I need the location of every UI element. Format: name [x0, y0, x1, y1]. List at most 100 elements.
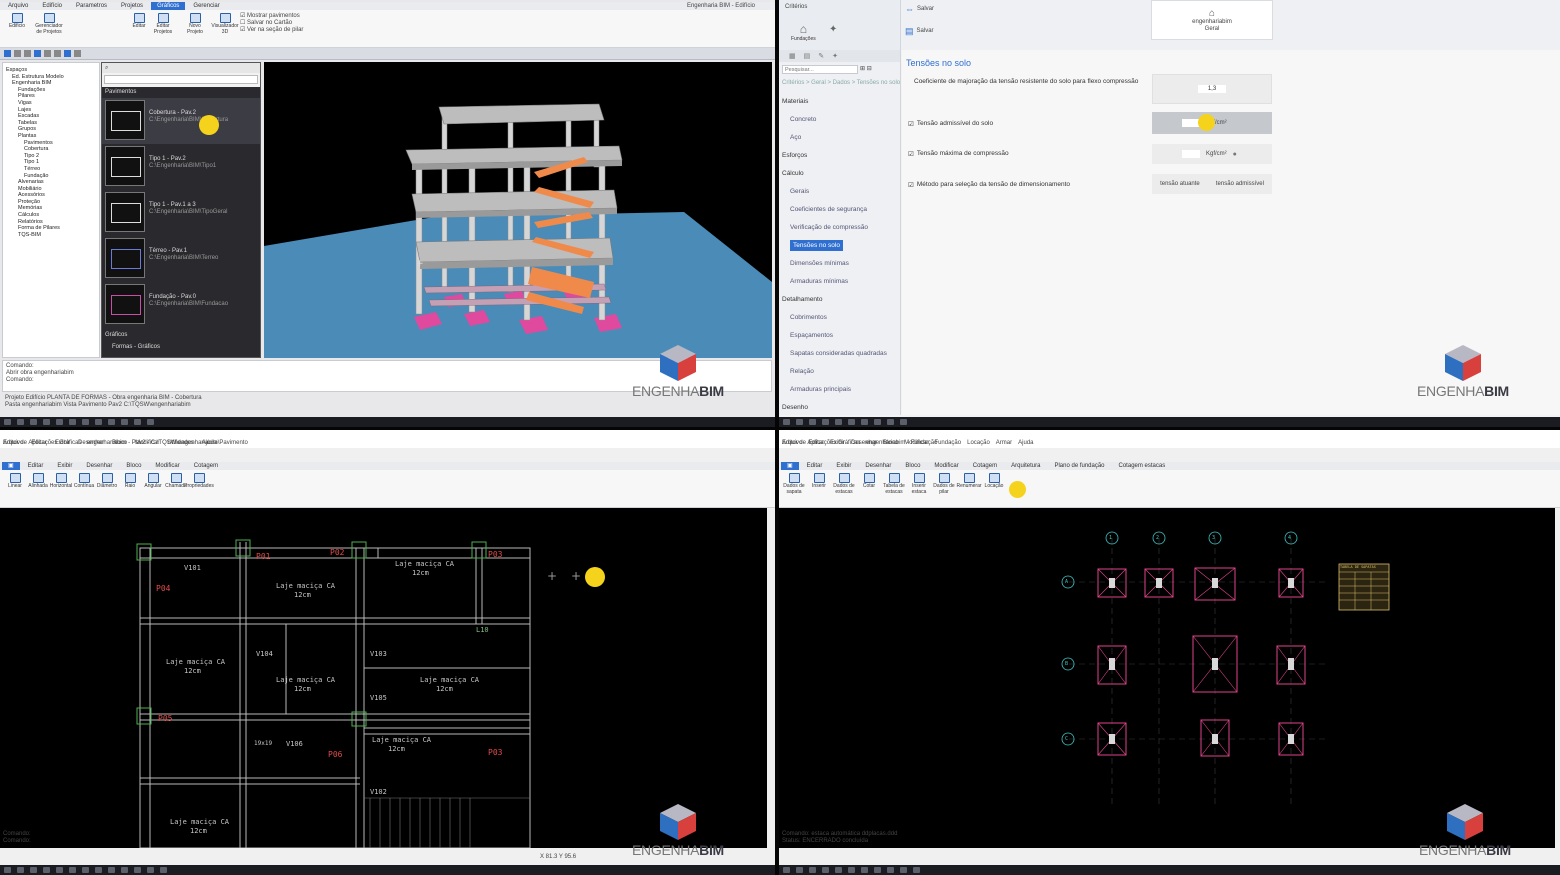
menu-item[interactable]: Locação	[967, 440, 990, 448]
ribbon-button[interactable]: Diâmetro	[96, 473, 118, 489]
tab-edificio[interactable]: Edifício	[36, 2, 68, 10]
tree-item[interactable]: Tipo 2	[6, 153, 96, 160]
thumb-item[interactable]: Térreo - Pav.1 C:\Engenharia\BIM\Terreo	[102, 236, 260, 282]
ribbon-tab[interactable]: Desenhar	[859, 462, 897, 470]
tree-item[interactable]: Tabelas	[6, 120, 96, 127]
ribbon-tab[interactable]: Cotagem estacas	[1113, 462, 1172, 470]
ribbon-button[interactable]: Raio	[119, 473, 141, 489]
graficos-item[interactable]: Formas - Gráficos	[112, 344, 160, 351]
tree-item[interactable]: Pavimentos	[6, 140, 96, 147]
toolbar-icon[interactable]	[34, 50, 41, 57]
thumb-item[interactable]: Fundação - Pav.0 C:\Engenharia\BIM\Fundac…	[102, 282, 260, 328]
toolbar-icon[interactable]	[24, 50, 31, 57]
menu-item[interactable]: Editar	[31, 440, 47, 448]
check-mostrar[interactable]: ☑ Mostrar pavimentos	[240, 13, 303, 20]
tab-gerenciar[interactable]: Gerenciar	[187, 2, 225, 10]
tree-item[interactable]: Cobertura	[6, 146, 96, 153]
tree-item[interactable]: Grupos	[6, 126, 96, 133]
ribbon-tab[interactable]: Editar	[801, 462, 829, 470]
nav-item[interactable]: Esforços	[782, 152, 807, 159]
ribbon-button[interactable]: Alinhada	[27, 473, 49, 489]
panel-search[interactable]: ⌕	[102, 63, 260, 73]
ribbon-button[interactable]: Cotar	[858, 473, 880, 489]
nav-item[interactable]: Dimensões mínimas	[790, 260, 849, 267]
check-secao[interactable]: ☑ Ver na seção de pilar	[240, 27, 303, 34]
ribbon-button[interactable]: Dados de sapata	[783, 473, 805, 495]
menu-item[interactable]: Fundação	[934, 440, 961, 448]
tree-item[interactable]: Pilares	[6, 93, 96, 100]
ribbon-button[interactable]: Angular	[142, 473, 164, 489]
toolbar-icon[interactable]	[64, 50, 71, 57]
nav-item[interactable]: Materiais	[782, 98, 808, 105]
tree-item[interactable]: Vigas	[6, 100, 96, 107]
tree-item[interactable]: Cálculos	[6, 212, 96, 219]
check-salvar[interactable]: ☐ Salvar no Cartão	[240, 20, 303, 27]
ribbon-button[interactable]: Renumerar	[957, 473, 982, 489]
ribbon-tab[interactable]: Plano de fundação	[1048, 462, 1110, 470]
tab-home[interactable]: ▣	[2, 462, 20, 470]
panel-filter[interactable]	[102, 73, 260, 87]
start-icon[interactable]	[783, 419, 790, 425]
ribbon-tab[interactable]: Modificar	[149, 462, 185, 470]
visualizador-3d-button[interactable]: Visualizador 3D	[211, 13, 239, 35]
metodo-toggle[interactable]: tensão atuante tensão admissível	[1152, 174, 1272, 194]
nav-item[interactable]: Cobrimentos	[790, 314, 827, 321]
filter-icon[interactable]: ⊞ ⊟	[860, 66, 872, 73]
nav-item[interactable]: Coeficientes de segurança	[790, 206, 867, 213]
pin-icon[interactable]: ✦	[829, 24, 837, 35]
checkbox[interactable]: ☑	[908, 150, 914, 158]
tree-item[interactable]: Espaços	[6, 67, 96, 74]
toolbar-icon[interactable]	[74, 50, 81, 57]
ribbon-tab[interactable]: Exibir	[830, 462, 857, 470]
tab-home[interactable]: ▣	[781, 462, 799, 470]
ribbon-button[interactable]: Linear	[4, 473, 26, 489]
tree-item[interactable]: Engenharia BIM	[6, 80, 96, 87]
fundacoes-button[interactable]: ⌂ Fundações	[791, 22, 816, 42]
grid-icon[interactable]: ▦	[789, 52, 796, 60]
nav-item[interactable]: Tensões no solo	[790, 240, 843, 252]
toolbar-icon[interactable]	[54, 50, 61, 57]
nav-item[interactable]: Aço	[790, 134, 801, 141]
tree-item[interactable]: Fundação	[6, 173, 96, 180]
list-icon[interactable]: ▤	[804, 52, 811, 60]
menu-item[interactable]: Exibir	[55, 440, 70, 448]
ribbon-tab[interactable]: Cotagem	[188, 462, 224, 470]
tree-item[interactable]: Proteção	[6, 199, 96, 206]
tree-item[interactable]: Ed. Estrutura Modelo	[6, 74, 96, 81]
tree-item[interactable]: Tipo 1	[6, 159, 96, 166]
ribbon-tab[interactable]: Bloco	[899, 462, 926, 470]
pin-icon[interactable]: ✦	[832, 52, 838, 60]
menu-item[interactable]: Bloco	[112, 440, 127, 448]
toolbar-icon[interactable]	[44, 50, 51, 57]
menu-item[interactable]: Utilidades	[167, 440, 193, 448]
ribbon-button[interactable]: Propriedades	[184, 473, 214, 489]
nav-item[interactable]: Concreto	[790, 116, 816, 123]
3d-viewer[interactable]: +	[264, 62, 772, 358]
checkbox[interactable]: ☑	[908, 120, 914, 128]
menu-item[interactable]: Bloco	[883, 440, 898, 448]
salvar-button-2[interactable]: ▤ Salvar	[905, 26, 934, 37]
ribbon-tab[interactable]: Arquitetura	[1005, 462, 1046, 470]
checkbox[interactable]: ☑	[908, 181, 914, 189]
menu-item[interactable]: Arquivo	[782, 440, 802, 448]
tree-item[interactable]: TQS-BIM	[6, 232, 96, 239]
nav-item[interactable]: Sapatas consideradas quadradas	[790, 350, 887, 357]
nav-item[interactable]: Cálculo	[782, 170, 804, 177]
nav-item[interactable]: Verificação de compressão	[790, 224, 868, 231]
tab-graficos[interactable]: Gráficos	[151, 2, 186, 10]
ribbon-tab[interactable]: Desenhar	[80, 462, 118, 470]
salvar-button-1[interactable]: ⇔ Salvar	[905, 4, 934, 14]
menu-item[interactable]: Armar	[996, 440, 1012, 448]
ribbon-button[interactable]: Tabela de estacas	[883, 473, 905, 495]
ribbon-button[interactable]: Contínua	[73, 473, 95, 489]
tree-item[interactable]: Escadas	[6, 113, 96, 120]
tab-projetos[interactable]: Projetos	[115, 2, 149, 10]
tensao-maxima-input[interactable]: Kgf/cm² ●	[1152, 144, 1272, 164]
menu-item[interactable]: Exibir	[830, 440, 845, 448]
tab-parametros[interactable]: Parametros	[70, 2, 113, 10]
tree-item[interactable]: Fundações	[6, 87, 96, 94]
gerenciador-button[interactable]: Gerenciador de Projetos	[35, 13, 63, 35]
menu-item[interactable]: Ajuda	[1018, 440, 1033, 448]
novo-projeto-button[interactable]: Novo Projeto	[184, 13, 206, 35]
coeficiente-input[interactable]: 1,3	[1152, 74, 1272, 104]
